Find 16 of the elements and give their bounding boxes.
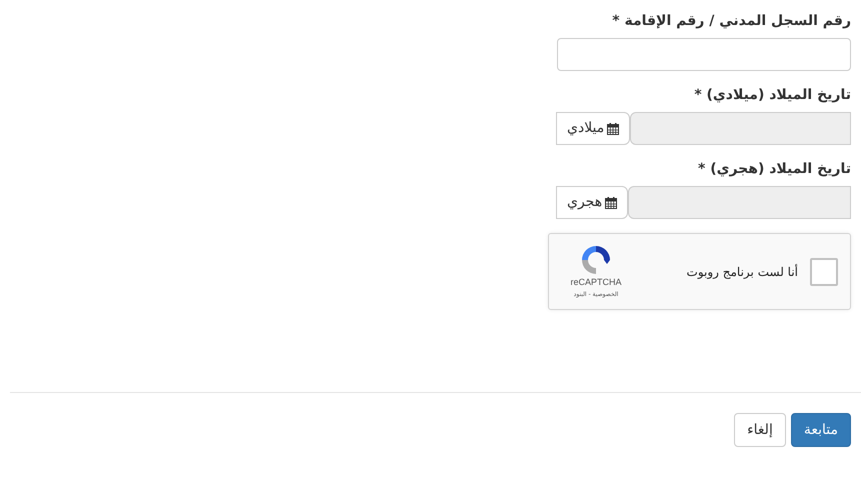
date-field[interactable] [628,186,851,219]
calendar-icon [607,122,620,134]
captcha-brand: reCAPTCHA [570,276,622,290]
cancel-button[interactable]: إلغاء [734,413,786,447]
field-label: تاريخ الميلاد (ميلادي) * [693,86,851,105]
recaptcha-logo-icon [580,244,612,276]
calendar-button[interactable]: هجري [556,186,628,219]
calendar-icon [605,196,618,208]
date-field[interactable] [630,112,851,145]
field-label: تاريخ الميلاد (هجري) * [697,160,851,179]
field-label: رقم السجل المدني / رقم الإقامة * [611,12,851,31]
continue-button[interactable]: متابعة [790,413,851,447]
captcha-label: أنا لست برنامج روبوت [686,263,798,280]
captcha-checkbox[interactable] [810,258,838,286]
input-field[interactable] [557,38,851,71]
calendar-button[interactable]: ميلادي [556,112,630,145]
